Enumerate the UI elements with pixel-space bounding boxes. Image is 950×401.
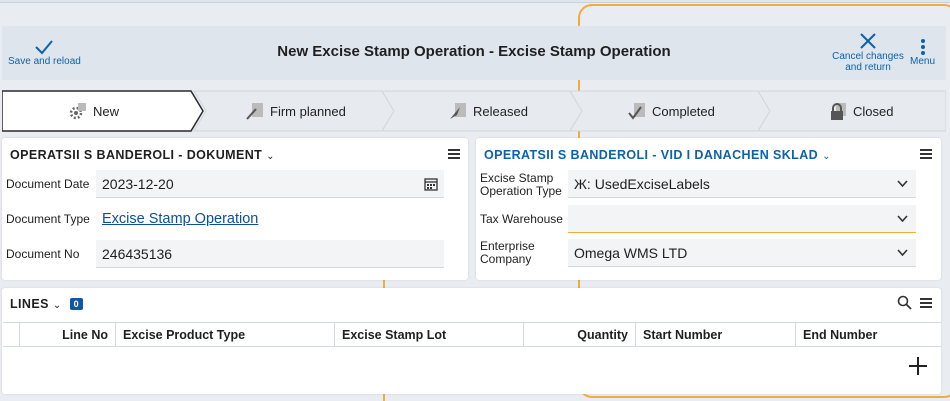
document-date-value: 2023-12-20 (102, 175, 174, 192)
status-step-label: Firm planned (270, 103, 346, 119)
enterprise-company-label-line2: Company (480, 252, 532, 266)
add-line-icon[interactable] (908, 356, 928, 376)
kebab-menu-icon (920, 39, 925, 55)
document-no-label: Document No (6, 247, 80, 261)
status-step-closed[interactable]: Closed (828, 90, 893, 132)
document-type-label: Document Type (6, 212, 90, 226)
chevron-down-icon (897, 180, 908, 187)
close-icon (860, 33, 876, 49)
status-step-completed[interactable]: Completed (627, 90, 715, 132)
document-panel-title[interactable]: OPERATSII S BANDEROLI - DOKUMENT ⌄ (10, 148, 275, 162)
warehouse-panel-title-text: OPERATSII S BANDEROLI - VID I DANACHEN S… (484, 148, 819, 162)
status-step-label: Released (473, 103, 528, 119)
checkmark-icon (35, 40, 54, 55)
chevron-down-icon (897, 249, 908, 256)
lines-title-text: LINES (10, 297, 49, 311)
document-date-label: Document Date (6, 177, 90, 191)
lines-panel-menu-icon[interactable] (920, 298, 932, 308)
document-no-field[interactable]: 246435136 (96, 240, 444, 268)
cancel-changes-label: Cancel changes and return (832, 51, 904, 73)
warehouse-panel: OPERATSII S BANDEROLI - VID I DANACHEN S… (476, 138, 941, 280)
column-header-end-number[interactable]: End Number (795, 323, 941, 347)
completed-icon (628, 103, 645, 120)
menu-button[interactable]: Menu (910, 38, 935, 67)
released-icon (450, 103, 466, 119)
warehouse-panel-menu-icon[interactable] (920, 149, 932, 159)
save-and-reload-button[interactable]: Save and reload (8, 38, 81, 67)
enterprise-company-label: Enterprise Company (480, 240, 535, 266)
gear-icon (69, 103, 86, 120)
row-selector-header[interactable] (3, 323, 19, 347)
tax-warehouse-label: Tax Warehouse (480, 212, 563, 226)
search-icon[interactable] (897, 295, 912, 310)
operation-type-label: Excise Stamp Operation Type (480, 172, 562, 198)
document-panel-title-text: OPERATSII S BANDEROLI - DOKUMENT (10, 148, 263, 162)
chevron-down-icon: ⌄ (822, 151, 831, 162)
enterprise-company-value: Omega WMS LTD (574, 244, 688, 261)
document-panel: OPERATSII S BANDEROLI - DOKUMENT ⌄ Docume… (2, 138, 468, 280)
lock-icon (831, 103, 846, 120)
operation-type-value: Ж: UsedExciseLabels (574, 175, 710, 192)
operation-type-label-line2: Operation Type (480, 184, 562, 198)
lines-grid-header: Line No Excise Product Type Excise Stamp… (3, 322, 941, 347)
document-type-link[interactable]: Excise Stamp Operation (96, 205, 444, 233)
chevron-down-icon: ⌄ (266, 151, 275, 162)
status-step-released[interactable]: Released (448, 90, 528, 132)
document-date-field[interactable]: 2023-12-20 (96, 170, 444, 198)
warehouse-panel-title[interactable]: OPERATSII S BANDEROLI - VID I DANACHEN S… (484, 148, 831, 162)
status-step-label: Completed (652, 103, 715, 119)
enterprise-company-select[interactable]: Omega WMS LTD (568, 239, 916, 267)
status-step-label: Closed (853, 103, 894, 119)
column-header-start-number[interactable]: Start Number (635, 323, 795, 347)
column-header-line-no[interactable]: Line No (19, 323, 115, 347)
save-and-reload-label: Save and reload (8, 56, 81, 67)
page-header: Save and reload New Excise Stamp Operati… (2, 26, 946, 80)
page-title: New Excise Stamp Operation - Excise Stam… (277, 43, 671, 60)
status-step-label: New (93, 103, 120, 119)
status-step-firm-planned[interactable]: Firm planned (245, 90, 346, 132)
lines-panel-title[interactable]: LINES ⌄ 0 (10, 297, 83, 311)
menu-label: Menu (910, 56, 936, 67)
chevron-down-icon: ⌄ (52, 300, 62, 311)
status-step-new[interactable]: New (68, 90, 119, 132)
column-header-excise-stamp-lot[interactable]: Excise Stamp Lot (334, 323, 523, 347)
lines-count-badge: 0 (69, 298, 83, 310)
status-flow: New Firm planned Released Completed Clos… (2, 90, 946, 132)
document-no-value: 246435136 (102, 245, 173, 262)
document-panel-menu-icon[interactable] (448, 149, 460, 159)
tax-warehouse-select[interactable] (568, 205, 916, 233)
operation-type-select[interactable]: Ж: UsedExciseLabels (568, 170, 916, 198)
top-divider (0, 0, 950, 3)
column-header-excise-product-type[interactable]: Excise Product Type (115, 323, 334, 347)
column-header-quantity[interactable]: Quantity (523, 323, 635, 347)
firm-planned-icon (246, 103, 263, 120)
calendar-icon[interactable] (424, 177, 438, 191)
cancel-changes-button[interactable]: Cancel changes and return (832, 32, 904, 73)
chevron-down-icon (897, 215, 908, 222)
